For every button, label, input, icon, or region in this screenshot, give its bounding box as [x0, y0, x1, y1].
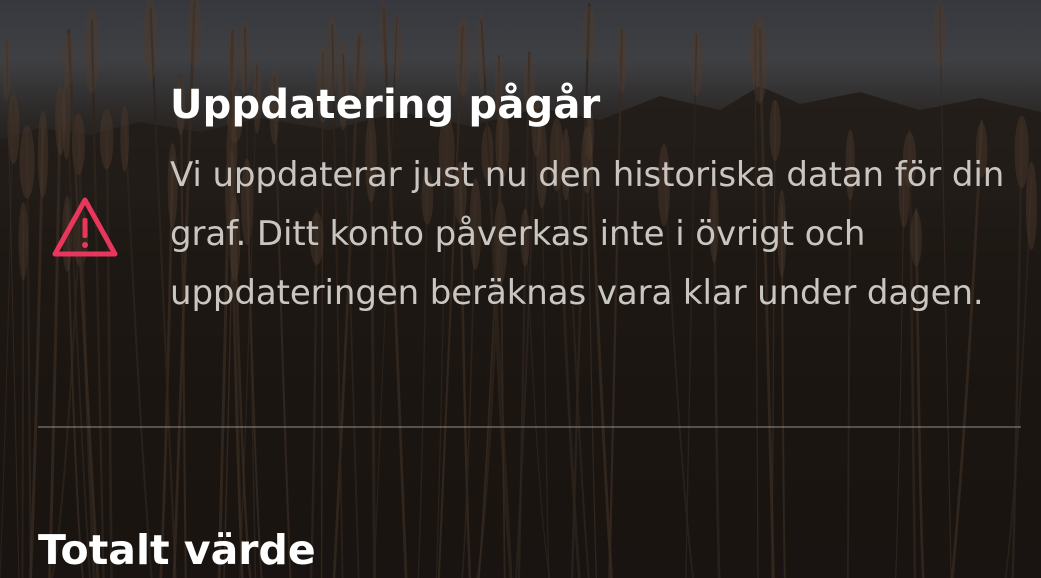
total-value-heading: Totalt värde [38, 526, 316, 574]
notice-message: Vi uppdaterar just nu den historiska dat… [170, 155, 1005, 313]
update-notice: Uppdatering pågår Vi uppdaterar just nu … [0, 0, 1041, 428]
notice-title: Uppdatering pågår [170, 82, 601, 128]
divider [38, 426, 1021, 428]
warning-triangle-icon [50, 194, 120, 260]
